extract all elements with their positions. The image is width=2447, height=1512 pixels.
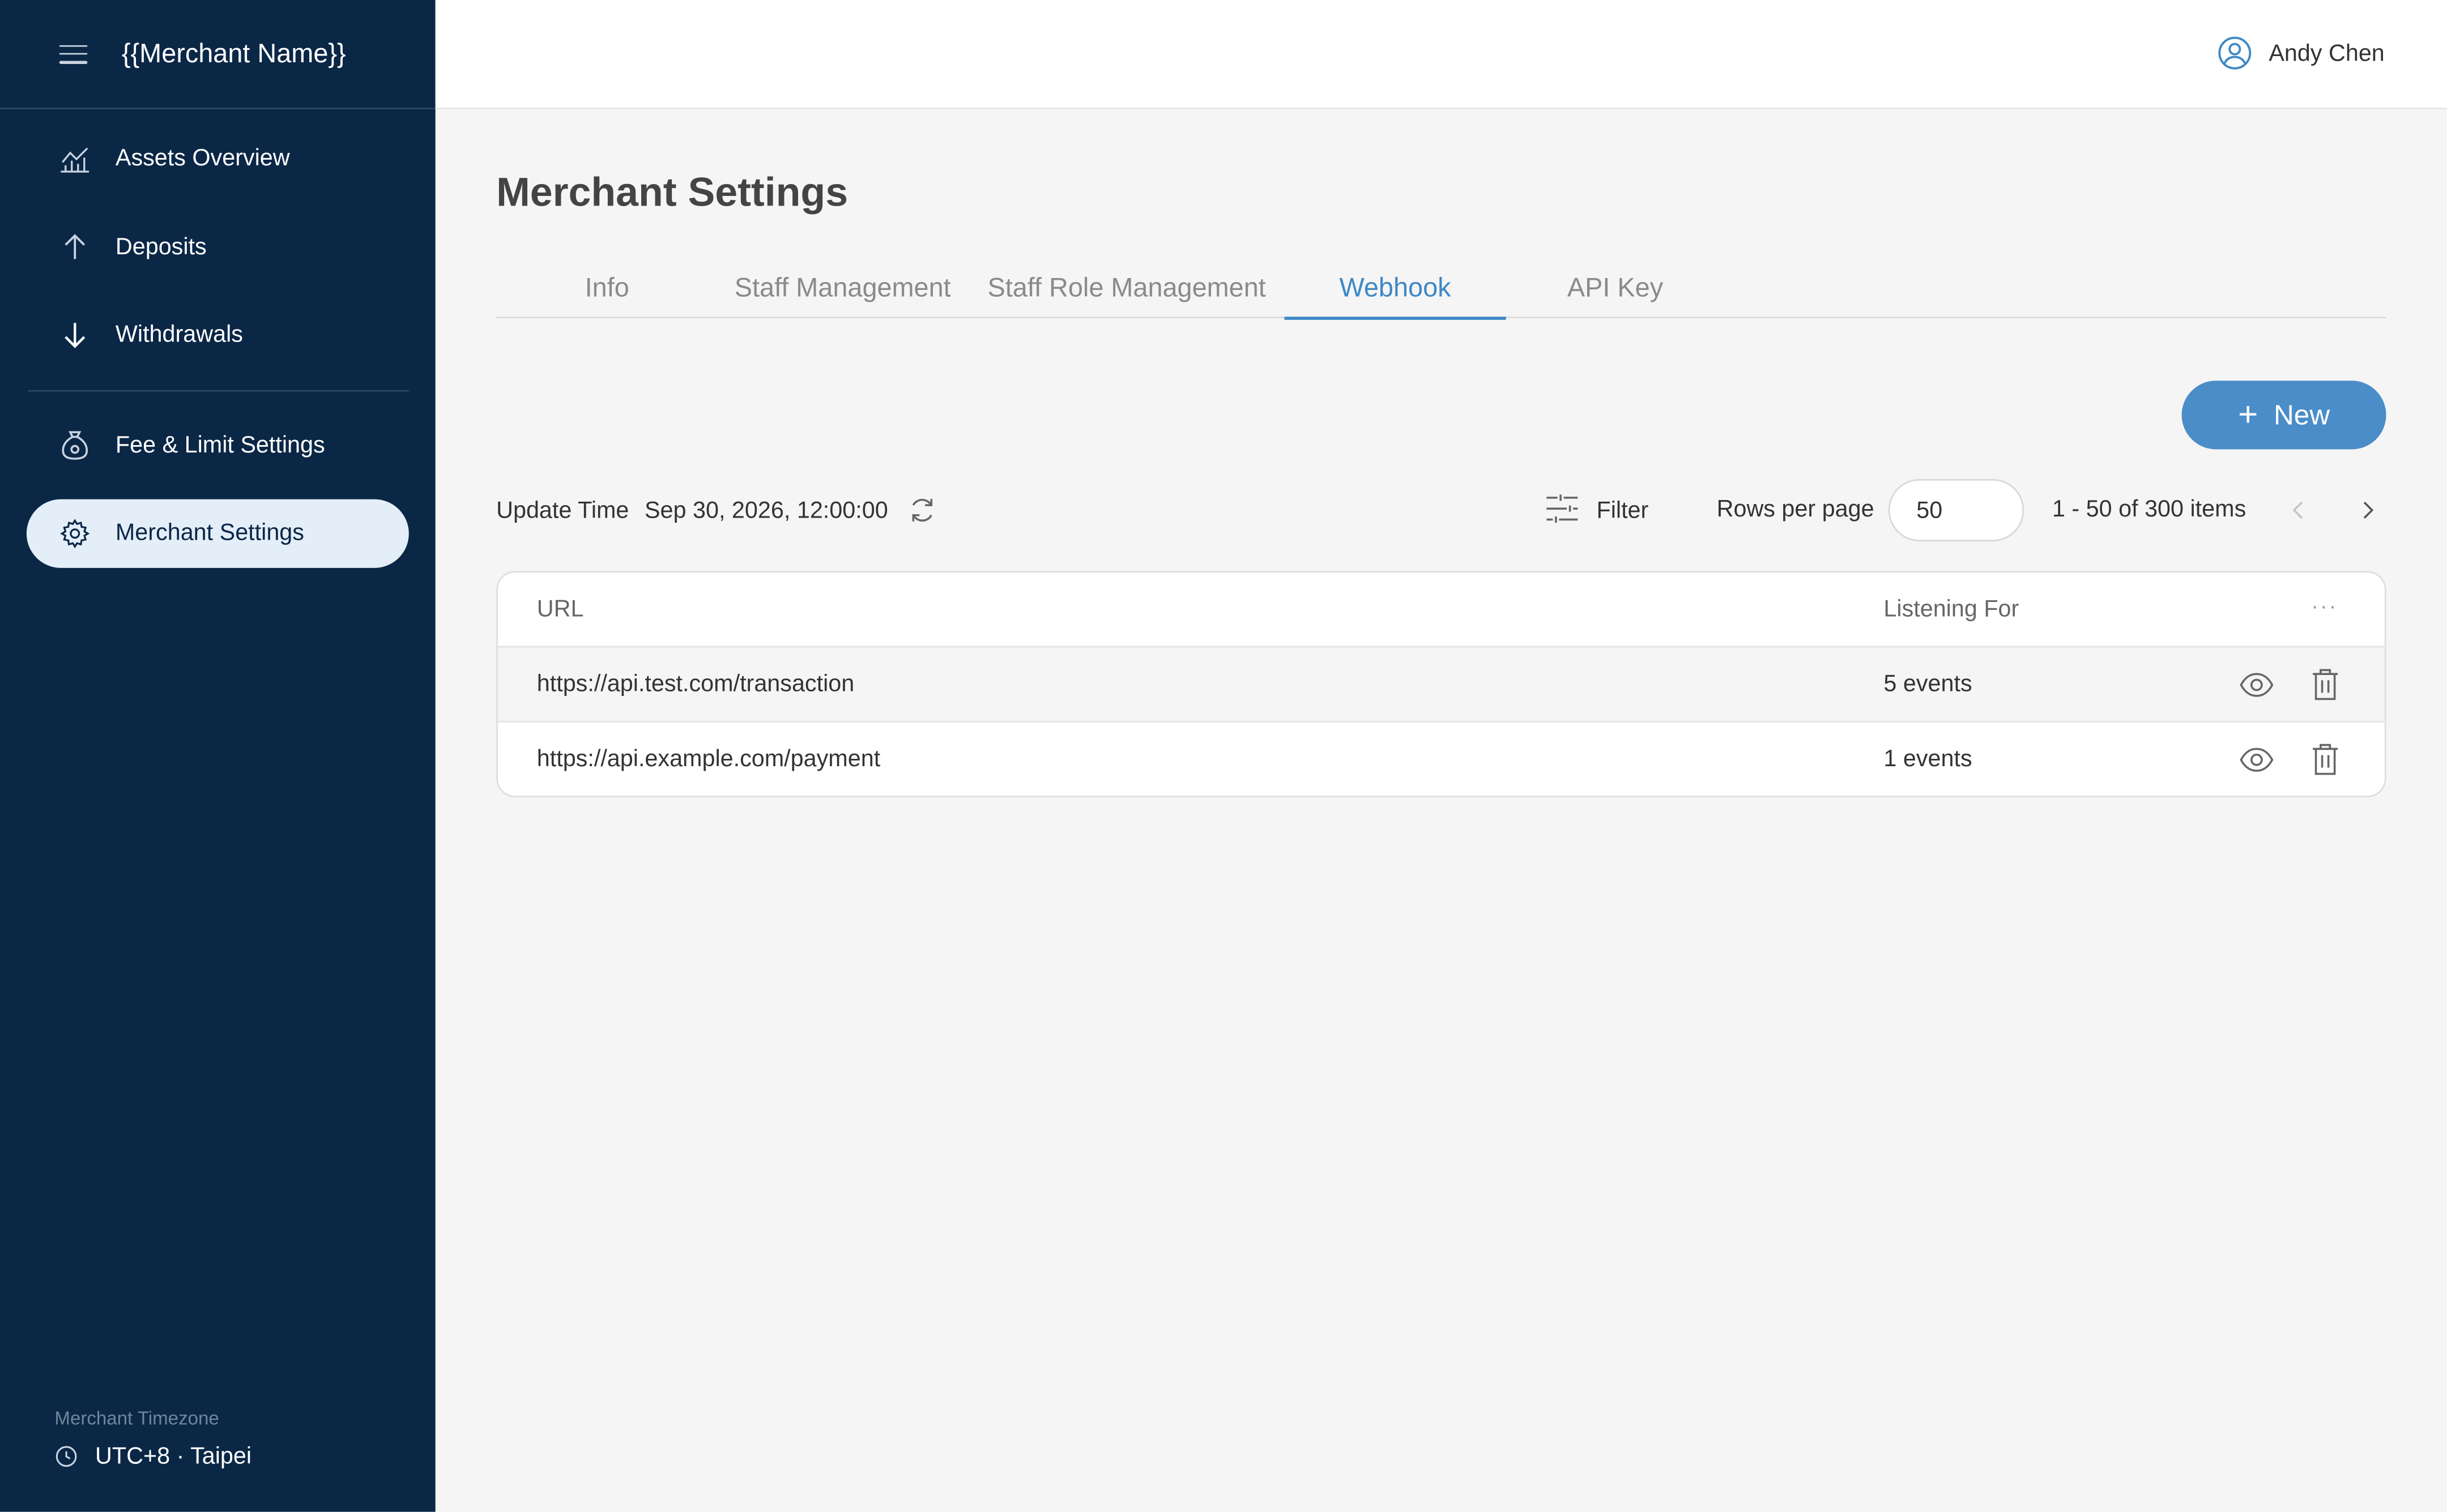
rows-per-page-label: Rows per page [1716,496,1874,523]
timezone-label: Merchant Timezone [54,1407,219,1429]
arrow-up-icon [58,230,92,264]
column-header-url: URL [536,596,584,623]
gear-icon [58,516,92,550]
topbar: Andy Chen [435,0,2447,109]
column-header-listening-for: Listening For [1883,596,2019,623]
plus-icon: + [2237,395,2258,434]
sidebar-item-label: Fee & Limit Settings [115,432,325,459]
merchant-name: {{Merchant Name}} [121,38,346,68]
user-avatar-icon [2217,36,2252,70]
tab-info[interactable]: Info [554,259,660,318]
sidebar-item-withdrawals[interactable]: Withdrawals [27,301,409,369]
filter-label: Filter [1596,497,1649,524]
sidebar-item-deposits[interactable]: Deposits [27,213,409,281]
chevron-right-icon[interactable] [2355,494,2380,526]
filter-sliders-icon [1545,493,1580,528]
table-toolbar: Update Time Sep 30, 2026, 12:00:00 Filte… [496,479,2386,542]
sidebar-nav: Assets Overview Deposits Withdrawals Fee… [0,109,436,567]
sidebar-header: {{Merchant Name}} [0,0,436,109]
sidebar-item-assets-overview[interactable]: Assets Overview [27,125,409,193]
update-time-label: Update Time [496,497,629,524]
webhook-url: https://api.test.com/transaction [536,670,855,698]
timezone-value: UTC+8 · Taipei [95,1443,252,1470]
settings-tabs: Info Staff Management Staff Role Managem… [496,259,2386,320]
webhook-table: URL Listening For ··· https://api.test.c… [496,571,2386,797]
sidebar-item-fee-limit-settings[interactable]: Fee & Limit Settings [27,411,409,479]
sidebar-item-label: Deposits [115,233,207,260]
update-time-value: Sep 30, 2026, 12:00:00 [644,497,888,524]
arrow-down-icon [58,318,92,352]
tab-staff-management[interactable]: Staff Management [723,259,963,318]
sidebar-item-label: Withdrawals [115,322,243,349]
sidebar-divider [28,389,409,391]
user-menu[interactable]: Andy Chen [2217,36,2385,70]
clock-icon [54,1444,79,1469]
filter-button[interactable]: Filter [1545,479,1649,541]
page-title: Merchant Settings [496,168,849,216]
timezone-value-row: UTC+8 · Taipei [54,1443,251,1470]
sidebar: {{Merchant Name}} Assets Overview Deposi… [0,0,436,1512]
merchant-timezone: Merchant Timezone UTC+8 · Taipei [54,1407,251,1470]
webhook-url: https://api.example.com/payment [536,745,881,772]
tab-staff-role-management[interactable]: Staff Role Management [980,259,1273,318]
chart-icon [58,142,92,176]
table-header-row: URL Listening For ··· [498,573,2385,646]
trash-icon[interactable] [2310,667,2341,702]
new-button-label: New [2273,398,2330,430]
pagination-range: 1 - 50 of 300 items [2052,496,2246,523]
eye-icon[interactable] [2240,742,2274,776]
trash-icon[interactable] [2310,742,2341,776]
sidebar-item-label: Assets Overview [115,145,290,172]
chevron-left-icon[interactable] [2286,494,2311,526]
new-webhook-button[interactable]: + New [2181,381,2386,450]
eye-icon[interactable] [2240,667,2274,702]
rows-per-page-input[interactable] [1888,479,2024,542]
tab-api-key[interactable]: API Key [1537,259,1694,318]
money-bag-icon [58,428,92,463]
more-options-icon[interactable]: ··· [2311,593,2339,618]
listening-for-count: 5 events [1883,670,1972,698]
table-row: https://api.test.com/transaction 5 event… [497,646,2385,721]
listening-for-count: 1 events [1883,745,1972,772]
refresh-icon[interactable] [907,494,938,526]
sidebar-item-label: Merchant Settings [115,520,304,546]
table-row: https://api.example.com/payment 1 events [497,720,2385,796]
tab-webhook[interactable]: Webhook [1284,259,1506,320]
menu-icon[interactable] [59,44,88,63]
sidebar-item-merchant-settings[interactable]: Merchant Settings [26,499,409,567]
user-name: Andy Chen [2269,40,2385,67]
